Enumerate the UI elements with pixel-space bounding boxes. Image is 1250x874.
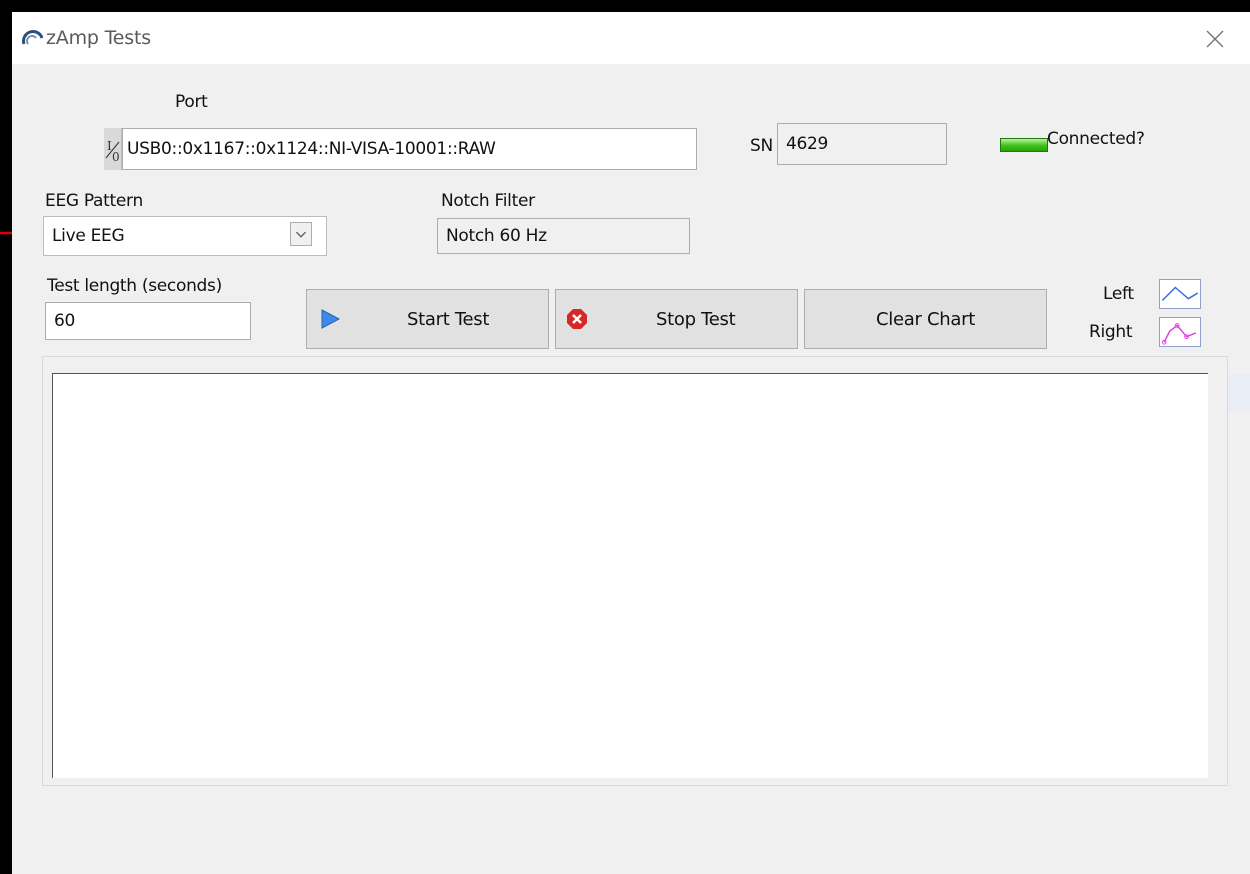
serial-label: SN bbox=[750, 136, 773, 156]
chevron-down-icon[interactable] bbox=[290, 222, 312, 246]
legend-right-line-icon bbox=[1159, 317, 1201, 347]
port-label: Port bbox=[175, 92, 208, 112]
connected-label: Connected? bbox=[1047, 129, 1145, 149]
stop-icon bbox=[567, 309, 587, 329]
notch-filter-label: Notch Filter bbox=[441, 191, 535, 211]
port-value: USB0::0x1167::0x1124::NI-VISA-10001::RAW bbox=[127, 139, 496, 159]
chart-side-tab bbox=[1228, 374, 1250, 412]
app-window: zAmp Tests Port I 0 USB0::0x1167::0x1124… bbox=[12, 12, 1250, 874]
eeg-pattern-select[interactable]: Live EEG bbox=[43, 216, 327, 256]
serial-field: 4629 bbox=[777, 123, 947, 165]
test-length-value: 60 bbox=[54, 311, 76, 331]
notch-filter-field: Notch 60 Hz bbox=[437, 218, 690, 254]
stop-test-label: Stop Test bbox=[656, 309, 736, 330]
clear-chart-label: Clear Chart bbox=[876, 309, 975, 330]
close-icon[interactable] bbox=[1204, 28, 1226, 50]
window-title: zAmp Tests bbox=[46, 27, 151, 49]
chart-plot-area bbox=[52, 373, 1208, 778]
eeg-pattern-value: Live EEG bbox=[52, 226, 125, 246]
legend-right-label: Right bbox=[1089, 322, 1133, 342]
test-length-label: Test length (seconds) bbox=[47, 276, 222, 296]
connected-led-indicator bbox=[1000, 138, 1048, 152]
stop-test-button[interactable]: Stop Test bbox=[555, 289, 798, 349]
serial-value: 4629 bbox=[786, 134, 829, 154]
legend-left-line-icon bbox=[1159, 279, 1201, 309]
title-bar: zAmp Tests bbox=[12, 12, 1250, 64]
play-icon bbox=[321, 309, 341, 329]
clear-chart-button[interactable]: Clear Chart bbox=[804, 289, 1047, 349]
io-resource-icon: I 0 bbox=[104, 128, 122, 170]
start-test-label: Start Test bbox=[407, 309, 490, 330]
eeg-pattern-label: EEG Pattern bbox=[45, 191, 143, 211]
legend-left-label: Left bbox=[1103, 284, 1134, 304]
start-test-button[interactable]: Start Test bbox=[306, 289, 549, 349]
notch-filter-value: Notch 60 Hz bbox=[446, 226, 547, 246]
test-length-input[interactable]: 60 bbox=[45, 302, 251, 340]
app-logo-icon bbox=[22, 30, 44, 45]
port-field[interactable]: USB0::0x1167::0x1124::NI-VISA-10001::RAW bbox=[122, 128, 697, 170]
svg-text:0: 0 bbox=[112, 150, 120, 164]
